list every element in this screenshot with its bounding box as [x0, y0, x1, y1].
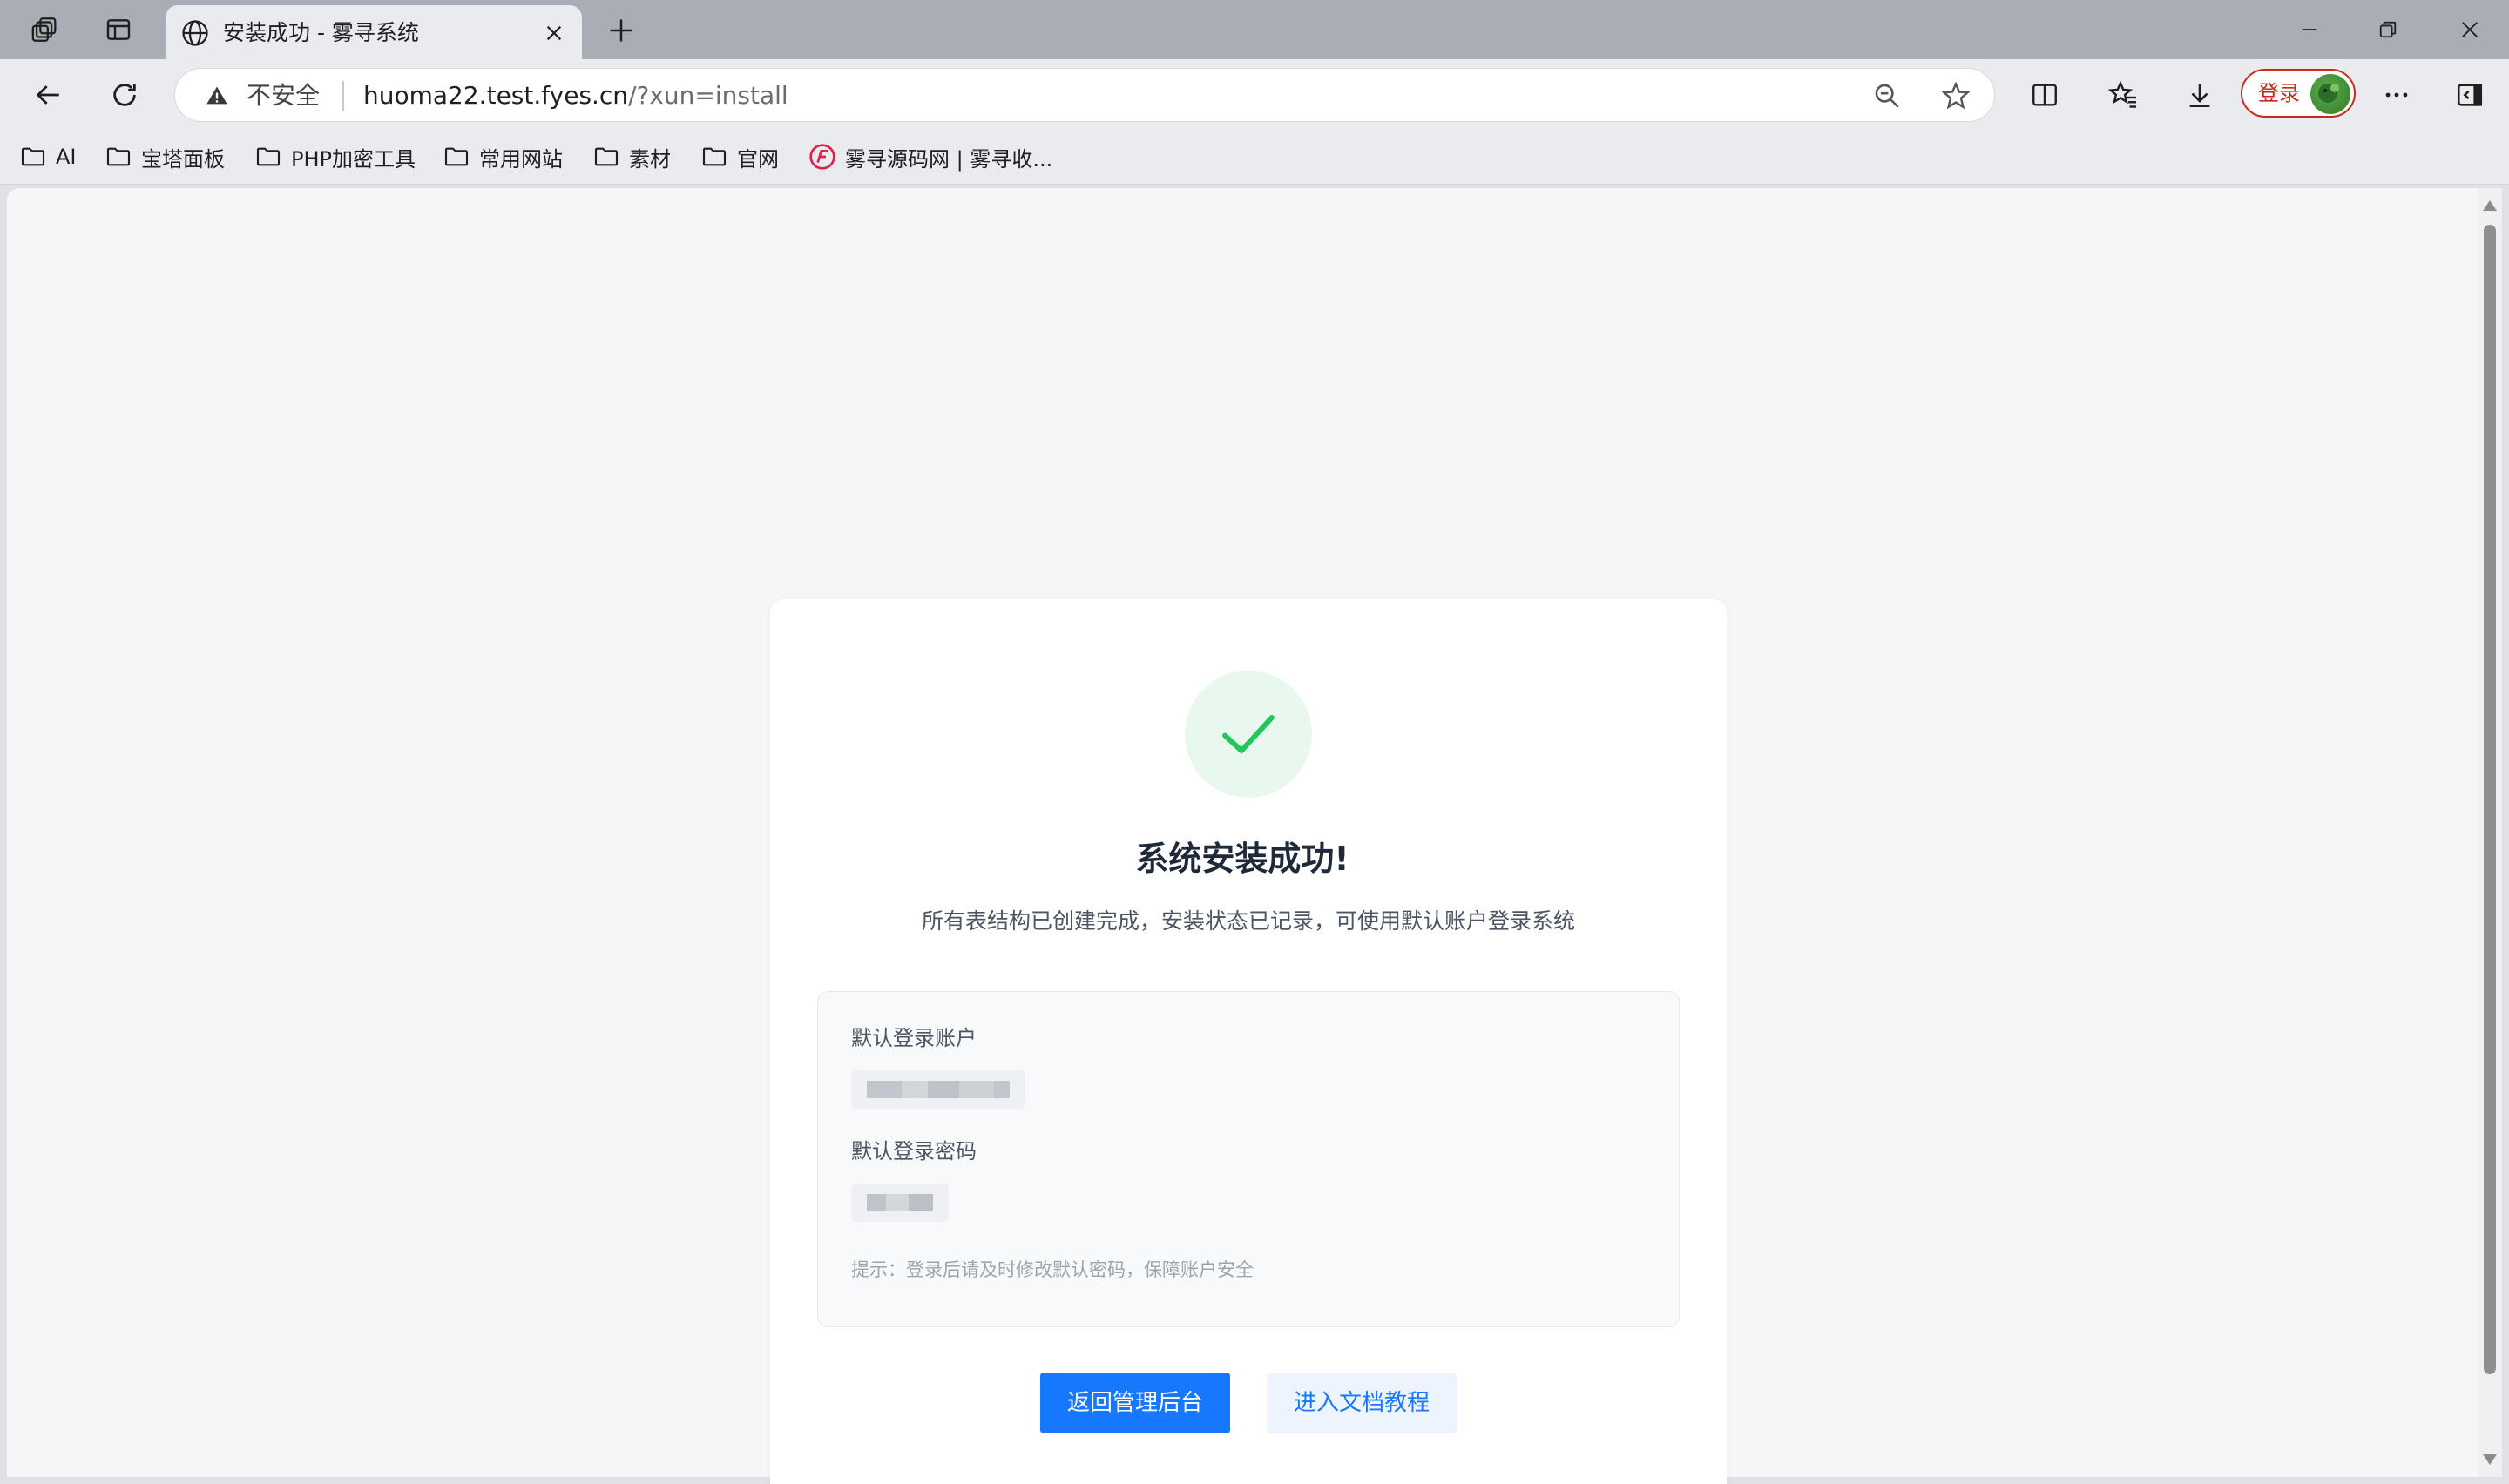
scroll-down-arrow-icon[interactable]: [2483, 1454, 2497, 1465]
bookmark-label: 官网: [737, 146, 779, 172]
scroll-thumb[interactable]: [2484, 225, 2496, 1374]
url-text[interactable]: huoma22.test.fyes.cn/?xun=install: [363, 79, 788, 112]
back-button[interactable]: [26, 73, 70, 117]
favorites-icon[interactable]: [2101, 73, 2145, 117]
bookmark-common-sites[interactable]: 常用网站: [443, 141, 563, 172]
warning-icon[interactable]: [205, 84, 229, 108]
back-to-admin-button[interactable]: 返回管理后台: [1040, 1373, 1230, 1433]
tab-strip: 安装成功 - 雾寻系统: [0, 0, 2509, 59]
bookmark-baota[interactable]: 宝塔面板: [105, 141, 225, 172]
page-scrollbar[interactable]: [2478, 188, 2502, 1477]
page-viewport: 系统安装成功! 所有表结构已创建完成，安装状态已记录，可使用默认账户登录系统 默…: [7, 188, 2478, 1484]
security-tip: 提示：登录后请及时修改默认密码，保障账户安全: [851, 1259, 1254, 1280]
bookmark-ai[interactable]: AI: [19, 141, 77, 172]
login-label: 登录: [2258, 81, 2300, 105]
folder-icon: [19, 143, 47, 171]
bookmark-php-encrypt[interactable]: PHP加密工具: [254, 141, 416, 172]
new-tab-button[interactable]: [601, 10, 641, 51]
profile-login-button[interactable]: 登录: [2241, 69, 2356, 118]
bookmark-label: 雾寻源码网 | 雾寻收...: [845, 146, 1053, 172]
close-tab-icon[interactable]: [538, 17, 570, 49]
install-success-card: 系统安装成功! 所有表结构已创建完成，安装状态已记录，可使用默认账户登录系统 默…: [770, 599, 1727, 1484]
reload-button[interactable]: [103, 73, 146, 117]
folder-icon: [105, 143, 132, 171]
split-screen-icon[interactable]: [2023, 73, 2066, 117]
bookmark-label: 常用网站: [479, 146, 563, 172]
globe-icon: [179, 17, 211, 49]
avatar: [2310, 74, 2350, 114]
bookmark-label: PHP加密工具: [291, 146, 416, 172]
folder-icon: [443, 143, 470, 171]
bookmark-materials[interactable]: 素材: [592, 141, 671, 172]
divider: [342, 81, 344, 111]
folder-icon: [700, 143, 728, 171]
url-path: /?xun=install: [628, 81, 788, 110]
address-bar[interactable]: 不安全 huoma22.test.fyes.cn/?xun=install: [174, 68, 1995, 122]
success-badge: [1185, 671, 1312, 798]
password-value-redacted[interactable]: [851, 1184, 949, 1222]
security-label[interactable]: 不安全: [247, 79, 320, 112]
bookmark-wuxun-source[interactable]: 雾寻源码网 | 雾寻收...: [808, 141, 1052, 172]
account-label: 默认登录账户: [851, 1026, 977, 1050]
page-title: 系统安装成功!: [1135, 840, 1349, 878]
folder-icon: [254, 143, 282, 171]
password-label: 默认登录密码: [851, 1139, 977, 1164]
account-value-redacted[interactable]: [851, 1070, 1025, 1109]
bookmark-label: 素材: [629, 146, 671, 172]
folder-icon: [592, 143, 620, 171]
tab-title: 安装成功 - 雾寻系统: [223, 20, 419, 45]
workspaces-icon[interactable]: [26, 10, 64, 49]
credentials-panel: 默认登录账户 默认登录密码 提示：登录后请及时修改默认密码，保障账户安全: [817, 991, 1680, 1327]
more-menu-icon[interactable]: [2375, 73, 2418, 117]
browser-toolbar: 不安全 huoma22.test.fyes.cn/?xun=install 登录: [0, 59, 2509, 129]
open-docs-button[interactable]: 进入文档教程: [1267, 1373, 1457, 1433]
sidebar-toggle-icon[interactable]: [2448, 73, 2492, 117]
bookmark-label: 宝塔面板: [141, 146, 225, 172]
minimize-button[interactable]: [2279, 9, 2340, 51]
tab-actions-icon[interactable]: [99, 10, 138, 49]
site-logo-icon: [808, 143, 836, 171]
scroll-up-arrow-icon[interactable]: [2483, 200, 2497, 211]
bookmark-official[interactable]: 官网: [700, 141, 779, 172]
downloads-icon[interactable]: [2178, 73, 2222, 117]
zoom-icon[interactable]: [1872, 81, 1902, 111]
bookmarks-bar: AI 宝塔面板 PHP加密工具 常用网站 素材 官网 雾寻源码网 | 雾寻收..…: [0, 129, 2509, 185]
url-host: huoma22.test.fyes.cn: [363, 81, 629, 110]
page-subtitle: 所有表结构已创建完成，安装状态已记录，可使用默认账户登录系统: [921, 908, 1575, 934]
bookmark-label: AI: [56, 145, 77, 169]
checkmark-icon: [1215, 701, 1282, 767]
tab-active[interactable]: 安装成功 - 雾寻系统: [166, 5, 582, 59]
favorite-star-icon[interactable]: [1940, 80, 1971, 111]
close-window-button[interactable]: [2439, 9, 2500, 51]
restore-button[interactable]: [2357, 9, 2418, 51]
